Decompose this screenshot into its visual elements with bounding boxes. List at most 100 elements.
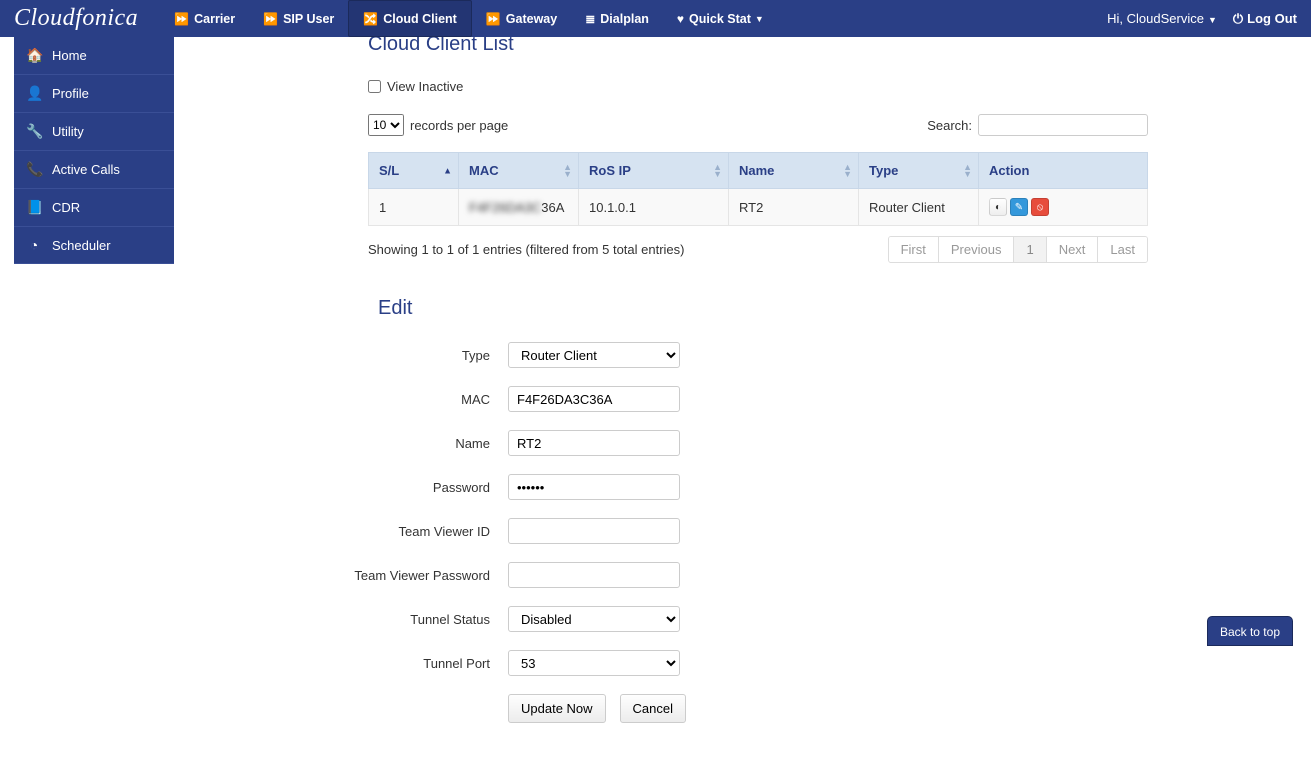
- sort-asc-icon: ▲: [443, 167, 452, 174]
- view-inactive-row: View Inactive: [368, 79, 1291, 94]
- table-header-row: S/L ▲ MAC ▲▼ RoS IP ▲▼ Name ▲▼ Type ▲▼: [369, 153, 1148, 189]
- greeting-text: Hi, CloudService: [1107, 11, 1204, 26]
- nav-carrier[interactable]: ⏩ Carrier: [160, 0, 249, 37]
- nav-label: Gateway: [506, 12, 557, 26]
- col-type[interactable]: Type ▲▼: [859, 153, 979, 189]
- pager-next[interactable]: Next: [1046, 237, 1098, 262]
- sidebar-item-active-calls[interactable]: 📞 Active Calls: [14, 151, 174, 189]
- mac-input[interactable]: [508, 386, 680, 412]
- sidebar-item-home[interactable]: 🏠 Home: [14, 37, 174, 75]
- teamviewer-password-input[interactable]: [508, 562, 680, 588]
- chevron-down-icon: ▼: [755, 14, 764, 24]
- edit-form: Type Router Client MAC Name Password Tea…: [208, 342, 1291, 723]
- cell-action: ◐ ✎ ⦸: [979, 189, 1148, 226]
- book-icon: 📘: [26, 199, 42, 216]
- edit-button[interactable]: ✎: [1010, 198, 1028, 216]
- heart-icon: ♥: [677, 12, 684, 26]
- search-label: Search:: [927, 118, 972, 133]
- cell-type: Router Client: [859, 189, 979, 226]
- shuffle-icon: 🔀: [363, 12, 378, 26]
- col-mac[interactable]: MAC ▲▼: [459, 153, 579, 189]
- brand-logo[interactable]: Cloudfonica: [14, 5, 138, 32]
- delete-button[interactable]: ⦸: [1031, 198, 1049, 216]
- label-tunnel-status: Tunnel Status: [208, 612, 508, 627]
- update-button[interactable]: Update Now: [508, 694, 606, 723]
- sidebar-item-label: Utility: [52, 124, 84, 139]
- view-inactive-input[interactable]: [368, 80, 381, 93]
- sidebar-item-scheduler[interactable]: ◔ Scheduler: [14, 227, 174, 264]
- ban-icon: ⦸: [1037, 202, 1044, 213]
- col-label: Action: [989, 163, 1029, 178]
- view-button[interactable]: ◐: [989, 198, 1007, 216]
- password-input[interactable]: [508, 474, 680, 500]
- pager-page-1[interactable]: 1: [1013, 237, 1045, 262]
- label-name: Name: [208, 436, 508, 451]
- back-to-top-button[interactable]: Back to top: [1207, 616, 1293, 646]
- col-ros-ip[interactable]: RoS IP ▲▼: [579, 153, 729, 189]
- pager-first[interactable]: First: [889, 237, 938, 262]
- teamviewer-id-input[interactable]: [508, 518, 680, 544]
- side-nav: 🏠 Home 👤 Profile 🔧 Utility 📞 Active Call…: [14, 37, 174, 264]
- chevron-down-icon: ▼: [1208, 15, 1217, 25]
- view-inactive-checkbox[interactable]: View Inactive: [368, 79, 1291, 94]
- pager-last[interactable]: Last: [1097, 237, 1147, 262]
- col-label: RoS IP: [589, 163, 631, 178]
- col-label: Name: [739, 163, 774, 178]
- pagination: First Previous 1 Next Last: [888, 236, 1148, 263]
- nav-cloud-client[interactable]: 🔀 Cloud Client: [348, 0, 472, 37]
- cloud-client-table: S/L ▲ MAC ▲▼ RoS IP ▲▼ Name ▲▼ Type ▲▼: [368, 152, 1148, 226]
- nav-gateway[interactable]: ⏩ Gateway: [472, 0, 571, 37]
- nav-quick-stat[interactable]: ♥ Quick Stat ▼: [663, 0, 778, 37]
- label-password: Password: [208, 480, 508, 495]
- user-menu[interactable]: Hi, CloudService ▼: [1107, 11, 1217, 26]
- label-type: Type: [208, 348, 508, 363]
- search-input[interactable]: [978, 114, 1148, 136]
- col-sl[interactable]: S/L ▲: [369, 153, 459, 189]
- nav-right: Hi, CloudService ▼ ⏻ Log Out: [1107, 11, 1297, 27]
- name-input[interactable]: [508, 430, 680, 456]
- sidebar-item-label: Profile: [52, 86, 89, 101]
- row-actions: ◐ ✎ ⦸: [989, 198, 1137, 216]
- row-tv-pw: Team Viewer Password: [208, 562, 1291, 588]
- row-type: Type Router Client: [208, 342, 1291, 368]
- label-mac: MAC: [208, 392, 508, 407]
- col-label: MAC: [469, 163, 499, 178]
- table-row: 1 F4F26DA3C36A 10.1.0.1 RT2 Router Clien…: [369, 189, 1148, 226]
- cancel-button[interactable]: Cancel: [620, 694, 686, 723]
- row-password: Password: [208, 474, 1291, 500]
- cell-sl: 1: [369, 189, 459, 226]
- tunnel-status-select[interactable]: Disabled: [508, 606, 680, 632]
- forward-icon: ⏩: [174, 12, 189, 26]
- form-actions: Update Now Cancel: [508, 694, 1291, 723]
- power-icon: ⏻: [1233, 11, 1243, 27]
- col-label: Type: [869, 163, 898, 178]
- sidebar-item-cdr[interactable]: 📘 CDR: [14, 189, 174, 227]
- sort-icon: ▲▼: [963, 164, 972, 178]
- col-name[interactable]: Name ▲▼: [729, 153, 859, 189]
- sidebar-item-profile[interactable]: 👤 Profile: [14, 75, 174, 113]
- clock-icon: ◔: [26, 237, 42, 253]
- nav-sip-user[interactable]: ⏩ SIP User: [249, 0, 348, 37]
- sort-icon: ▲▼: [563, 164, 572, 178]
- type-select[interactable]: Router Client: [508, 342, 680, 368]
- sidebar-item-utility[interactable]: 🔧 Utility: [14, 113, 174, 151]
- table-info-text: Showing 1 to 1 of 1 entries (filtered fr…: [368, 242, 685, 257]
- records-per-page-select[interactable]: 10: [368, 114, 404, 136]
- table-toolbar: 10 records per page Search:: [368, 114, 1148, 136]
- tunnel-port-select[interactable]: 53: [508, 650, 680, 676]
- nav-dialplan[interactable]: ≣ Dialplan: [571, 0, 663, 37]
- nav-items: ⏩ Carrier ⏩ SIP User 🔀 Cloud Client ⏩ Ga…: [160, 0, 778, 37]
- phone-icon: 📞: [26, 161, 42, 178]
- nav-label: Carrier: [194, 12, 235, 26]
- pager-previous[interactable]: Previous: [938, 237, 1014, 262]
- cell-ros-ip: 10.1.0.1: [579, 189, 729, 226]
- records-per-page-label: records per page: [410, 118, 508, 133]
- main-content: Cloud Client List View Inactive 10 recor…: [188, 33, 1311, 763]
- col-label: S/L: [379, 163, 399, 178]
- cell-mac: F4F26DA3C36A: [459, 189, 579, 226]
- row-name: Name: [208, 430, 1291, 456]
- view-inactive-label: View Inactive: [387, 79, 463, 94]
- nav-label: Dialplan: [600, 12, 649, 26]
- sidebar-item-label: Scheduler: [52, 238, 111, 253]
- logout-button[interactable]: ⏻ Log Out: [1233, 11, 1297, 27]
